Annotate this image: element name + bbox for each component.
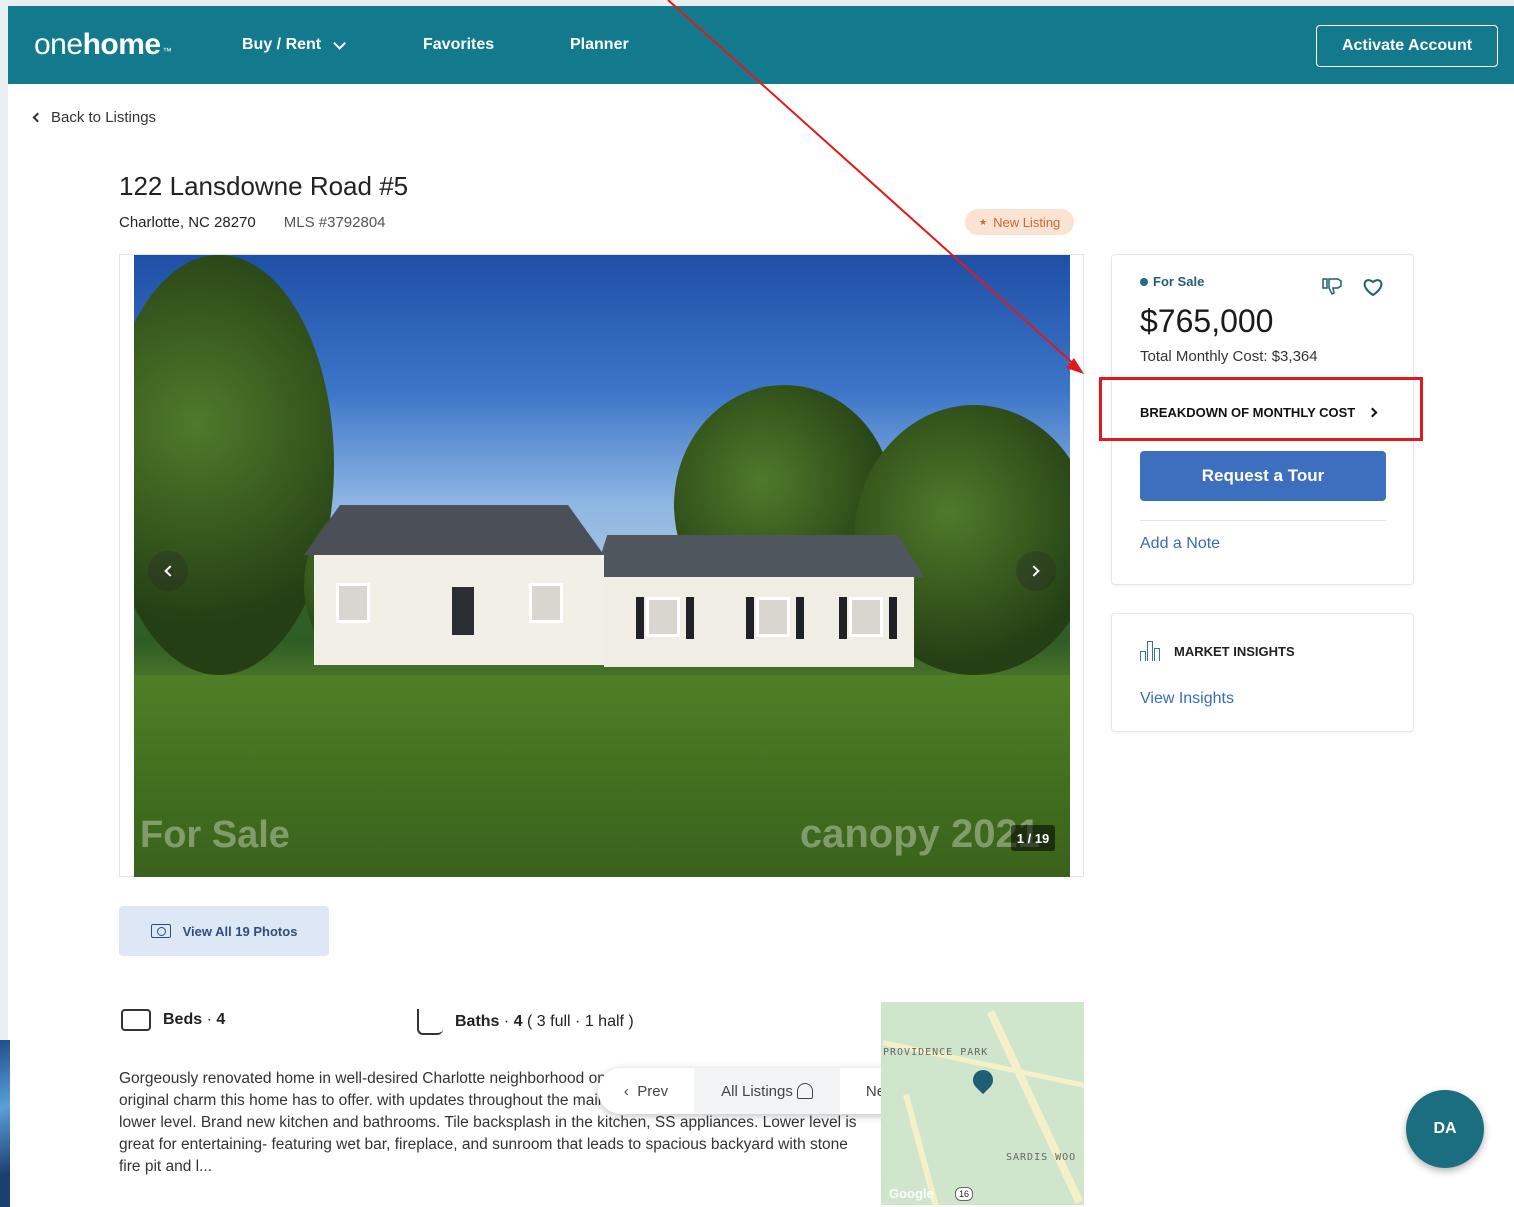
thumbs-down-icon[interactable] bbox=[1321, 277, 1343, 295]
nav-favorites[interactable]: Favorites bbox=[423, 36, 494, 54]
user-avatar[interactable]: DA bbox=[1406, 1090, 1484, 1168]
star-icon: ★ bbox=[979, 216, 988, 227]
heart-icon[interactable] bbox=[1362, 277, 1384, 297]
chevron-left-icon bbox=[164, 565, 176, 577]
divider bbox=[1140, 520, 1386, 521]
front-door bbox=[452, 587, 474, 635]
location-map[interactable]: PROVIDENCE PARK SARDIS WOO Google 16 bbox=[881, 1002, 1084, 1205]
activate-account-button[interactable]: Activate Account bbox=[1316, 25, 1498, 67]
camera-icon bbox=[150, 924, 171, 938]
back-to-listings-link[interactable]: Back to Listings bbox=[32, 109, 156, 126]
house bbox=[274, 505, 934, 675]
listing-address: 122 Lansdowne Road #5 bbox=[119, 171, 409, 201]
market-insights-heading: MARKET INSIGHTS bbox=[1140, 641, 1295, 661]
canopy-watermark: canopy 2021 bbox=[799, 812, 1040, 856]
map-label-providence: PROVIDENCE PARK bbox=[883, 1047, 989, 1058]
bed-icon bbox=[121, 1009, 151, 1031]
annotation-highlight-box bbox=[1099, 377, 1423, 441]
chevron-left-icon bbox=[32, 112, 43, 123]
listing-photo[interactable]: For Sale canopy 2021 bbox=[134, 255, 1070, 877]
status-dot-icon bbox=[1140, 277, 1148, 286]
mls-number: MLS #3792804 bbox=[283, 214, 386, 231]
nav-buy-rent[interactable]: Buy / Rent bbox=[242, 36, 347, 54]
view-all-photos-button[interactable]: View All 19 Photos bbox=[119, 906, 329, 956]
nav-planner[interactable]: Planner bbox=[570, 36, 629, 54]
map-label-sardis: SARDIS WOO bbox=[1006, 1152, 1077, 1163]
page: one home ™ Buy / Rent Favorites Planner Ac… bbox=[8, 6, 1514, 1207]
google-logo: Google bbox=[889, 1186, 934, 1201]
prev-listing-button[interactable]: ‹ Prev bbox=[598, 1068, 694, 1114]
chevron-right-icon bbox=[1028, 565, 1040, 577]
listing-subline: Charlotte, NC 28270 MLS #3792804 bbox=[119, 214, 386, 231]
photo-counter: 1 / 19 bbox=[1011, 825, 1055, 851]
route-marker: 16 bbox=[955, 1187, 973, 1201]
total-monthly-cost: Total Monthly Cost: $3,364 bbox=[1140, 348, 1318, 365]
chevron-down-icon bbox=[333, 36, 347, 50]
all-listings-button[interactable]: All Listings bbox=[694, 1068, 840, 1114]
new-listing-badge: ★ New Listing bbox=[965, 209, 1075, 235]
status-badge: For Sale bbox=[1140, 274, 1204, 289]
view-insights-link[interactable]: View Insights bbox=[1140, 690, 1234, 708]
city-state-zip: Charlotte, NC 28270 bbox=[119, 214, 256, 231]
add-note-link[interactable]: Add a Note bbox=[1140, 535, 1220, 553]
bathtub-icon bbox=[417, 1009, 443, 1035]
onehome-logo[interactable]: one home ™ bbox=[34, 28, 172, 62]
bar-chart-icon bbox=[1140, 641, 1162, 661]
beds-fact: Beds · 4 bbox=[121, 1009, 225, 1031]
baths-fact: Baths · 4 ( 3 full · 1 half ) bbox=[417, 1009, 634, 1035]
home-search-icon bbox=[796, 1083, 813, 1099]
listing-price: $765,000 bbox=[1140, 303, 1274, 339]
request-tour-button[interactable]: Request a Tour bbox=[1140, 451, 1386, 501]
photo-gallery: For Sale canopy 2021 1 / 19 bbox=[119, 254, 1084, 877]
top-nav: one home ™ Buy / Rent Favorites Planner Ac… bbox=[8, 6, 1514, 84]
map-pin-icon[interactable] bbox=[968, 1065, 998, 1095]
market-insights-card: MARKET INSIGHTS View Insights bbox=[1111, 613, 1414, 732]
decorative-edge bbox=[0, 1040, 10, 1207]
photo-next-button[interactable] bbox=[1016, 551, 1056, 591]
for-sale-watermark: For Sale bbox=[140, 814, 290, 856]
photo-prev-button[interactable] bbox=[148, 551, 188, 591]
